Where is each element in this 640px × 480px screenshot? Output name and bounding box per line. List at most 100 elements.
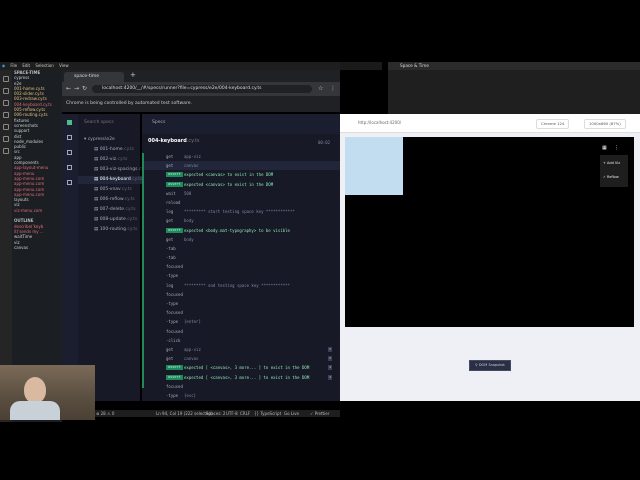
- remote-icon[interactable]: [3, 148, 9, 154]
- spec-folder[interactable]: ▾ cypress\e2e: [78, 136, 146, 144]
- command-row[interactable]: get app-viz: [142, 152, 340, 161]
- encoding[interactable]: UTF-8: [226, 410, 238, 417]
- command-row[interactable]: log ********* start testing space key ***…: [142, 207, 340, 216]
- aut-toolbar: http://localhost:4200/ Chrome 124 1000x6…: [340, 114, 640, 133]
- spec-item-ext: .cy.ts: [125, 217, 138, 222]
- command-row[interactable]: assert expected [ <canvas>, 3 more... ] t…: [142, 373, 340, 382]
- testing-icon[interactable]: [3, 136, 9, 142]
- command-name: get: [166, 346, 174, 352]
- command-row[interactable]: get canvas: [142, 161, 340, 171]
- extensions-icon[interactable]: [3, 124, 9, 130]
- test-pass-indicator: [142, 153, 144, 388]
- command-row[interactable]: -tab: [142, 253, 340, 262]
- command-name: -tab: [166, 255, 176, 261]
- element-count-badge: 4: [328, 374, 332, 380]
- spec-item-name: 001-home: [99, 147, 123, 152]
- assert-badge: assert: [166, 172, 183, 178]
- eol[interactable]: CRLF: [240, 410, 250, 417]
- runs-nav-icon[interactable]: [67, 150, 72, 155]
- address-bar[interactable]: localhost:4200/__/#/specs/runner?file=cy…: [92, 85, 312, 93]
- spec-item-name: 100-routing: [99, 227, 126, 232]
- automation-infobar: Chrome is being controlled by automated …: [62, 96, 340, 112]
- command-row[interactable]: focused: [142, 262, 340, 271]
- command-row[interactable]: -type: [142, 271, 340, 280]
- menu-reflow[interactable]: ✓ Reflow: [603, 172, 619, 182]
- language-mode[interactable]: {} TypeScript: [254, 410, 281, 417]
- command-row[interactable]: -type: [142, 299, 340, 308]
- command-row[interactable]: focused: [142, 327, 340, 336]
- debug-nav-icon[interactable]: [67, 165, 72, 170]
- command-row[interactable]: -type {esc}: [142, 391, 340, 400]
- reporter-time: 00:02: [318, 140, 331, 145]
- files-icon[interactable]: [3, 76, 9, 82]
- viz-menu: + Add Viz ✓ Reflow: [600, 155, 628, 187]
- command-name: -type: [166, 273, 179, 279]
- command-message: 500: [184, 190, 192, 196]
- assert-message: expected <canvas> to exist in the DOM: [184, 172, 274, 178]
- menu-view[interactable]: View: [59, 63, 69, 68]
- command-row[interactable]: get app-viz 2: [142, 345, 340, 354]
- menu-file[interactable]: File: [10, 63, 17, 68]
- command-row[interactable]: wait 500: [142, 189, 340, 198]
- command-name: get: [166, 356, 174, 362]
- dom-snapshot-button[interactable]: ⚲ DOM Snapshot: [469, 360, 511, 371]
- forward-icon[interactable]: →: [74, 85, 79, 92]
- indent-setting[interactable]: Spaces: 2: [206, 410, 225, 417]
- browser-selector[interactable]: Chrome 124: [536, 119, 570, 129]
- command-message: ********* end testing space key ********…: [184, 282, 290, 288]
- command-row[interactable]: -type {enter}: [142, 317, 340, 326]
- menu-add-viz[interactable]: + Add Viz: [603, 158, 620, 168]
- specs-header: Specs: [152, 120, 166, 125]
- spec-item-ext: .cy.ts: [123, 197, 135, 202]
- chrome-menu-icon[interactable]: ⋮: [330, 85, 336, 92]
- command-row[interactable]: focused: [142, 290, 340, 299]
- command-row[interactable]: focused: [142, 308, 340, 317]
- command-row[interactable]: -tab: [142, 244, 340, 253]
- star-icon[interactable]: ☆: [318, 85, 323, 92]
- more-icon[interactable]: ⋮: [614, 145, 619, 151]
- aut-url[interactable]: http://localhost:4200/: [348, 119, 528, 127]
- new-tab-icon[interactable]: +: [130, 71, 136, 79]
- explorer-item[interactable]: canvas: [12, 245, 62, 250]
- menu-edit[interactable]: Edit: [22, 63, 30, 68]
- spec-item-ext: .cy.ts: [130, 177, 143, 182]
- back-icon[interactable]: ←: [66, 85, 71, 92]
- assert-badge: assert: [166, 374, 183, 380]
- spec-search-input[interactable]: Search specs: [84, 119, 134, 127]
- command-row[interactable]: log ********* end testing space key *****…: [142, 281, 340, 290]
- command-row[interactable]: get canvas 2: [142, 354, 340, 363]
- command-row[interactable]: get body: [142, 235, 340, 244]
- command-row[interactable]: -click: [142, 336, 340, 345]
- source-control-icon[interactable]: [3, 100, 9, 106]
- command-row[interactable]: get body: [142, 216, 340, 225]
- grid-icon[interactable]: ▦: [602, 145, 607, 151]
- go-live[interactable]: Go Live: [284, 410, 299, 417]
- command-row[interactable]: reload: [142, 198, 340, 207]
- search-icon[interactable]: [3, 88, 9, 94]
- viz-toolbar: ▦ ⋮: [602, 145, 626, 151]
- command-row[interactable]: assert expected <body.mat-typography> to …: [142, 226, 340, 235]
- menu-selection[interactable]: Selection: [35, 63, 53, 68]
- menu-add-viz-label: Add Viz: [607, 161, 621, 165]
- command-name: -type: [166, 319, 179, 325]
- specs-nav-icon[interactable]: [67, 135, 72, 140]
- command-row[interactable]: focused: [142, 382, 340, 391]
- spec-item-name: 008-update: [99, 217, 126, 222]
- prettier[interactable]: ✓ Prettier: [310, 410, 329, 417]
- dom-snapshot-label: DOM Snapshot: [478, 363, 505, 367]
- spec-item-ext: .cy.ts: [125, 227, 138, 232]
- command-name: focused: [166, 264, 183, 270]
- cypress-logo-icon: [67, 120, 72, 125]
- command-row[interactable]: assert expected [ <canvas>, 3 more... ] t…: [142, 363, 340, 372]
- command-row[interactable]: assert expected <canvas> to exist in the …: [142, 170, 340, 179]
- element-count-badge: 4: [328, 365, 332, 371]
- run-debug-icon[interactable]: [3, 112, 9, 118]
- spacetime-window-title[interactable]: Space & Time: [388, 62, 640, 70]
- command-row[interactable]: assert expected <canvas> to exist in the …: [142, 180, 340, 189]
- reload-icon[interactable]: ↻: [82, 85, 87, 92]
- tab-space-time[interactable]: space-time: [64, 72, 124, 82]
- settings-nav-icon[interactable]: [67, 180, 72, 185]
- cursor-position[interactable]: Ln 94, Col 19 (222 selected): [156, 410, 213, 417]
- viewport-info[interactable]: 1000x660 (87%): [584, 119, 626, 129]
- problems-count[interactable]: ⊗ 28 ⚠ 0: [96, 410, 114, 417]
